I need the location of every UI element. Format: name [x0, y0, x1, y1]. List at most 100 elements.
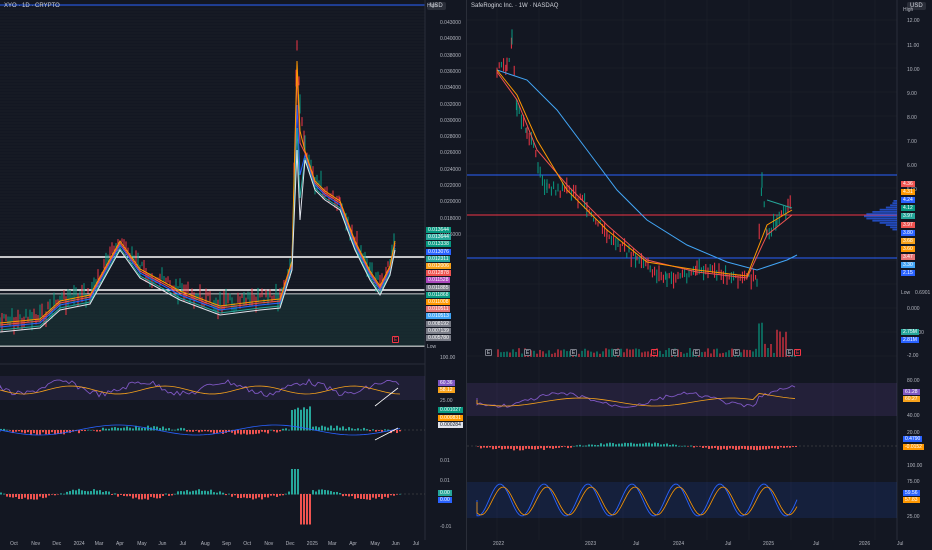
macd-bar [477, 446, 479, 447]
osc-bar [354, 494, 356, 499]
macd-bar [645, 442, 647, 447]
volume-bar [641, 352, 643, 357]
osc-bar [336, 491, 338, 495]
volume-bar [689, 348, 691, 357]
macd-bar [243, 430, 245, 434]
price-axis-label: 8.00 [907, 115, 917, 121]
time-axis-label: 2025 [306, 541, 318, 547]
time-axis-label: Jul [897, 541, 904, 547]
osc-bar [366, 494, 368, 500]
osc-bar [264, 494, 266, 498]
osc-bar [225, 494, 227, 496]
volume-bar [590, 351, 592, 357]
time-axis-label: Jul [633, 541, 640, 547]
osc-bar [24, 494, 26, 498]
osc-bar [78, 488, 80, 495]
osc-bar [72, 489, 74, 495]
osc-bar [306, 494, 308, 525]
osc-bar [327, 490, 329, 495]
osc-bar [255, 494, 257, 499]
volume-bar [533, 350, 535, 357]
price-tag: 0.011528 [426, 277, 451, 284]
osc-bar [321, 489, 323, 495]
time-axis-label: Jul [725, 541, 732, 547]
osc-bar [369, 494, 371, 500]
osc-bar [252, 494, 254, 500]
macd-bar [648, 442, 650, 447]
macd-bar [618, 443, 620, 447]
price-tag: 3.97 [901, 221, 915, 228]
volume-profile-bar [872, 219, 897, 222]
earnings-marker[interactable]: E [570, 349, 577, 356]
osc-bar [48, 494, 50, 496]
macd-bar [591, 444, 593, 447]
right-chart-pane[interactable]: SafeRoginc Inc. · 1W · NASDAQ USD High L… [466, 0, 932, 550]
left-event-marker[interactable]: E [392, 336, 399, 343]
price-tag: 4.12 [901, 205, 915, 212]
macd-bar [318, 427, 320, 431]
osc-bar [234, 494, 236, 496]
earnings-marker[interactable]: E [613, 349, 620, 356]
left-chart-canvas[interactable] [0, 0, 466, 550]
earnings-marker[interactable]: E [794, 349, 801, 356]
macd-bar [765, 446, 767, 450]
macd-bar [171, 429, 173, 431]
volume-bar [620, 348, 622, 357]
volume-bar [779, 331, 781, 357]
price-tag: 0.013644 [426, 234, 451, 241]
macd-bar [327, 427, 329, 431]
volume-bar [761, 322, 763, 357]
earnings-marker[interactable]: E [524, 349, 531, 356]
osc-bar [138, 494, 140, 500]
osc-bar [45, 494, 47, 498]
macd-bar [711, 446, 713, 449]
macd-bar [201, 430, 203, 432]
macd-bar [81, 430, 83, 431]
volume-bar [764, 343, 766, 357]
osc-bar [129, 494, 131, 497]
volume-bar [638, 349, 640, 357]
macd-bar [651, 443, 653, 447]
earnings-marker[interactable]: E [733, 349, 740, 356]
price-tag: 0.013338 [426, 241, 451, 248]
macd-bar [747, 446, 749, 450]
macd-bar [759, 446, 761, 450]
macd-bar [489, 446, 491, 448]
volume-bar [782, 337, 784, 357]
price-tag: 4.24 [901, 197, 915, 204]
macd-bar [138, 427, 140, 431]
osc-bar [6, 494, 8, 497]
right-symbol-title[interactable]: SafeRoginc Inc. · 1W · NASDAQ [471, 3, 558, 9]
osc-bar [363, 494, 365, 499]
right-bg [467, 0, 932, 550]
osc-bar [174, 493, 176, 495]
macd-bar [636, 443, 638, 447]
earnings-marker[interactable]: E [786, 349, 793, 356]
volume-bar [605, 348, 607, 357]
macd-bar [84, 430, 86, 432]
macd-bar [291, 409, 293, 431]
macd-bar [387, 429, 389, 431]
right-chart-canvas[interactable] [467, 0, 932, 550]
left-chart-pane[interactable]: XYO · 1D · CRYPTO USD High Low 0.043000 0… [0, 0, 466, 550]
price-axis-label: 10.00 [907, 67, 920, 73]
rsi-axis-label: 80.00 [907, 378, 920, 384]
earnings-marker[interactable]: E [651, 349, 658, 356]
macd-bar [234, 430, 236, 435]
macd-bar [762, 446, 764, 450]
earnings-marker[interactable]: E [693, 349, 700, 356]
volume-bar [542, 351, 544, 357]
osc-bar [348, 494, 350, 497]
macd-bar [714, 446, 716, 449]
earnings-marker[interactable]: E [671, 349, 678, 356]
price-tag: 0.005780 [426, 335, 451, 341]
earnings-marker[interactable]: E [485, 349, 492, 356]
rsi-tag: 60.36 [438, 380, 455, 386]
macd-bar [285, 428, 287, 431]
macd-tag: -0.0152 [903, 444, 924, 450]
time-axis-label: May [370, 541, 380, 547]
macd-bar [183, 428, 185, 431]
left-symbol-title[interactable]: XYO · 1D · CRYPTO [4, 3, 60, 9]
macd-bar [732, 446, 734, 449]
macd-tag: 0.000284 [438, 422, 463, 428]
